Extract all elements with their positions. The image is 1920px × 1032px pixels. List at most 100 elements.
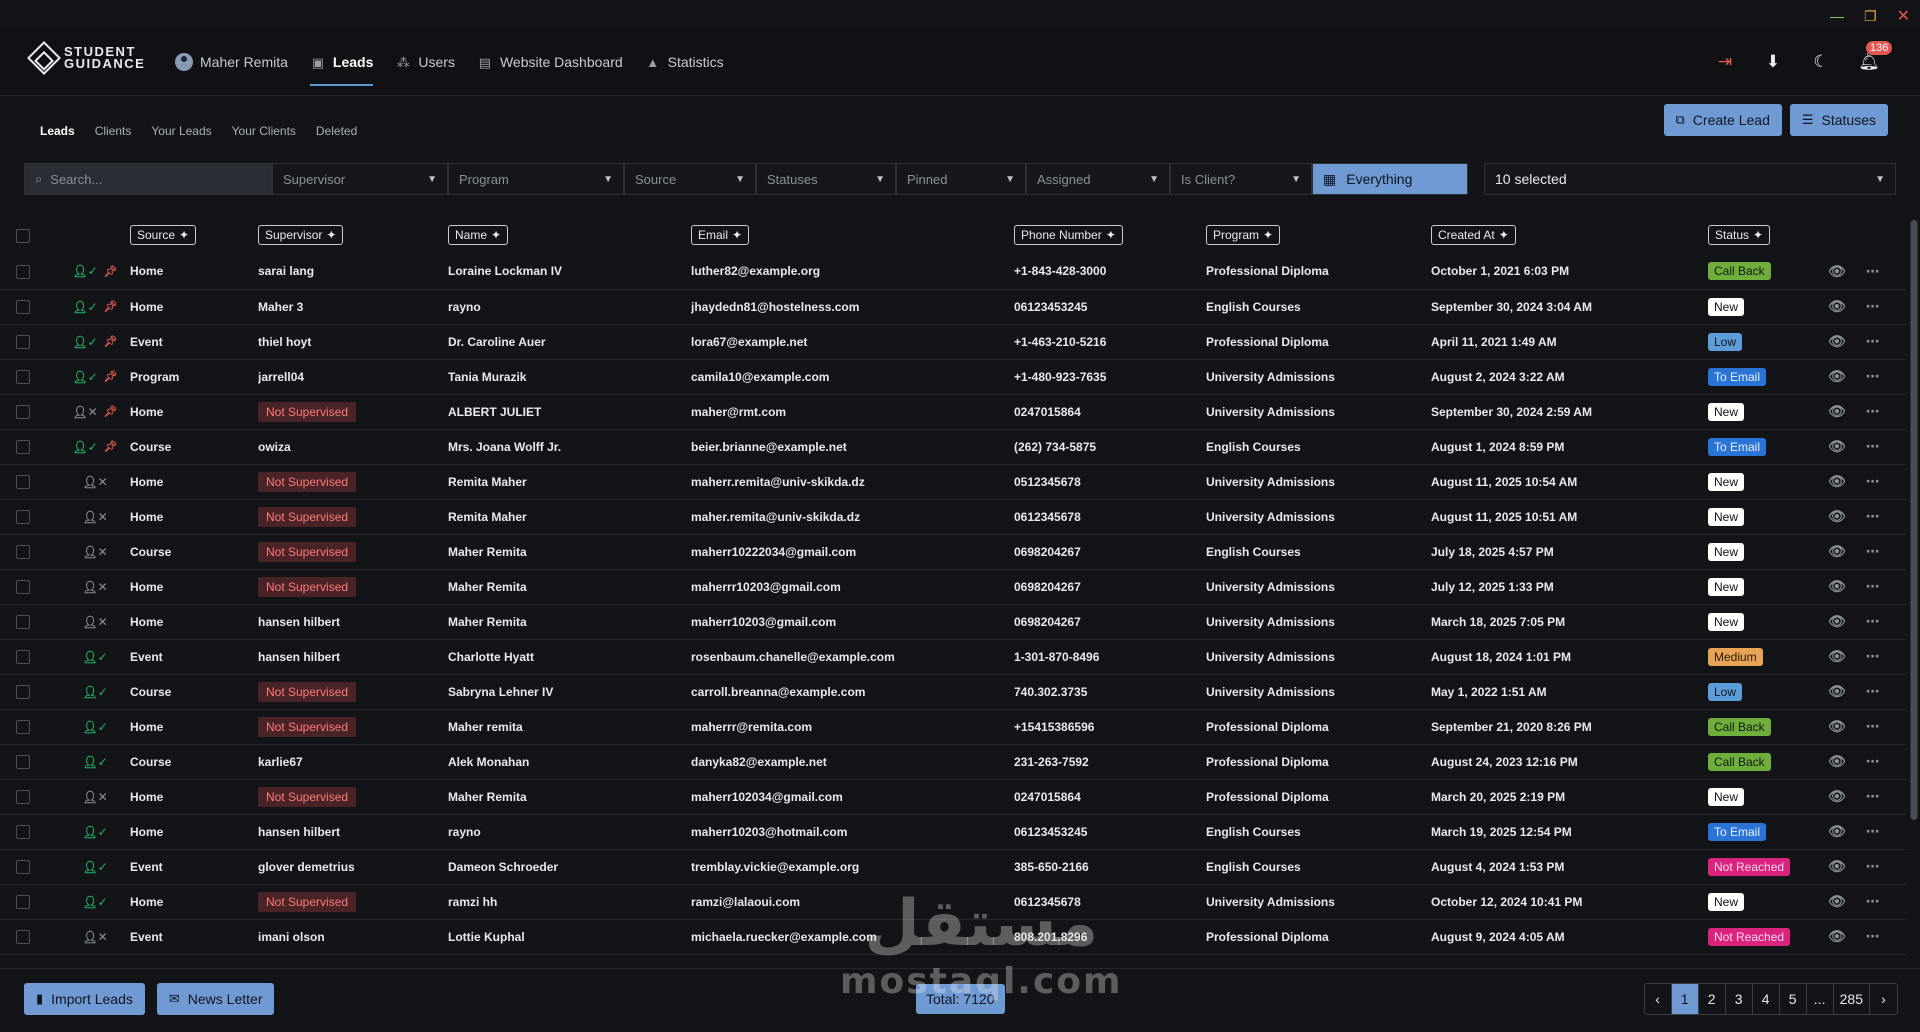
table-row[interactable]: 👤︎✓ 📌︎ Home Maher 3 rayno jhaydedn81@hostelne…: [0, 289, 1906, 325]
view-eye-icon[interactable]: 👁︎: [1828, 928, 1846, 945]
table-row[interactable]: 👤︎✕ Home Not Supervised Maher Remita maherr1…: [0, 779, 1906, 815]
more-options-icon[interactable]: ⋯: [1866, 613, 1880, 630]
page-button-3[interactable]: 3: [1726, 984, 1753, 1014]
is-client-filter[interactable]: Is Client? ▼: [1170, 163, 1312, 195]
view-eye-icon[interactable]: 👁︎: [1828, 333, 1846, 350]
row-checkbox[interactable]: [16, 789, 30, 804]
table-row[interactable]: 👤︎✕ 📌︎ Home Not Supervised ALBERT JULIET mahe…: [0, 394, 1906, 430]
table-row[interactable]: 👤︎✓ Home Not Supervised ramzi hh ramzi@lalao…: [0, 884, 1906, 920]
view-eye-icon[interactable]: 👁︎: [1828, 648, 1846, 665]
table-row[interactable]: 👤︎✓ 📌︎ Course owiza Mrs. Joana Wolff Jr. beie…: [0, 429, 1906, 465]
status-badge[interactable]: New: [1708, 892, 1745, 911]
select-all-checkbox[interactable]: [16, 228, 30, 243]
row-checkbox[interactable]: [16, 614, 30, 629]
table-row[interactable]: 👤︎✕ Home hansen hilbert Maher Remita maherr1…: [0, 604, 1906, 640]
tab-your-clients[interactable]: Your Clients: [232, 124, 296, 138]
view-eye-icon[interactable]: 👁︎: [1828, 893, 1846, 910]
minimize-icon[interactable]: —: [1830, 8, 1844, 24]
view-eye-icon[interactable]: 👁︎: [1828, 823, 1846, 840]
tab-your-leads[interactable]: Your Leads: [151, 124, 211, 138]
row-checkbox[interactable]: [16, 754, 30, 769]
more-options-icon[interactable]: ⋯: [1866, 543, 1880, 560]
view-eye-icon[interactable]: 👁︎: [1828, 368, 1846, 385]
view-eye-icon[interactable]: 👁︎: [1828, 298, 1846, 315]
table-row[interactable]: 👤︎✓ Home Not Supervised Maher remita maherrr…: [0, 709, 1906, 745]
status-badge[interactable]: To Email: [1708, 367, 1767, 386]
view-eye-icon[interactable]: 👁︎: [1828, 543, 1846, 560]
pin-icon[interactable]: 📌︎: [104, 440, 118, 453]
row-checkbox[interactable]: [16, 299, 30, 314]
page-button-5[interactable]: 5: [1780, 984, 1807, 1014]
status-badge[interactable]: New: [1708, 402, 1745, 421]
row-checkbox[interactable]: [16, 439, 30, 454]
table-row[interactable]: 👤︎✓ Event hansen hilbert Charlotte Hyatt ros…: [0, 639, 1906, 675]
nav-users[interactable]: ⁂ Users: [395, 28, 455, 96]
status-badge[interactable]: New: [1708, 472, 1745, 491]
restore-icon[interactable]: ❐: [1864, 8, 1877, 25]
nav-website-dashboard[interactable]: ▤ Website Dashboard: [477, 28, 623, 96]
view-eye-icon[interactable]: 👁︎: [1828, 753, 1846, 770]
status-badge[interactable]: Medium: [1708, 647, 1763, 666]
row-checkbox[interactable]: [16, 929, 30, 944]
pin-icon[interactable]: 📌︎: [104, 405, 118, 418]
statuses-button[interactable]: ☰ Statuses: [1789, 104, 1888, 136]
column-header-created-at[interactable]: Created At ✦: [1431, 225, 1516, 245]
download-icon[interactable]: ⬇: [1762, 51, 1784, 73]
columns-select[interactable]: 10 selected ▼: [1484, 163, 1896, 195]
table-row[interactable]: 👤︎✕ Course Not Supervised Maher Remita maher…: [0, 534, 1906, 570]
table-scrollbar[interactable]: [1910, 220, 1918, 820]
nav-leads[interactable]: ▣ Leads: [309, 28, 374, 96]
column-header-source[interactable]: Source ✦: [130, 225, 197, 245]
status-badge[interactable]: Low: [1708, 332, 1743, 351]
pin-icon[interactable]: 📌︎: [104, 370, 118, 383]
more-options-icon[interactable]: ⋯: [1866, 928, 1880, 945]
status-badge[interactable]: New: [1708, 542, 1745, 561]
row-checkbox[interactable]: [16, 824, 30, 839]
table-row[interactable]: 👤︎✓ Course Not Supervised Sabryna Lehner IV…: [0, 674, 1906, 710]
more-options-icon[interactable]: ⋯: [1866, 823, 1880, 840]
view-eye-icon[interactable]: 👁︎: [1828, 788, 1846, 805]
more-options-icon[interactable]: ⋯: [1866, 508, 1880, 525]
more-options-icon[interactable]: ⋯: [1866, 403, 1880, 420]
next-page-chevron-icon[interactable]: ›: [1870, 984, 1897, 1014]
more-options-icon[interactable]: ⋯: [1866, 788, 1880, 805]
more-options-icon[interactable]: ⋯: [1866, 473, 1880, 490]
status-badge[interactable]: Low: [1708, 682, 1743, 701]
row-checkbox[interactable]: [16, 719, 30, 734]
pin-icon[interactable]: 📌︎: [104, 300, 118, 313]
status-badge[interactable]: Call Back: [1708, 717, 1771, 736]
row-checkbox[interactable]: [16, 649, 30, 664]
newsletter-button[interactable]: ✉ News Letter: [156, 983, 275, 1015]
row-checkbox[interactable]: [16, 684, 30, 699]
more-options-icon[interactable]: ⋯: [1866, 333, 1880, 350]
more-options-icon[interactable]: ⋯: [1866, 753, 1880, 770]
program-filter[interactable]: Program ▼: [448, 163, 624, 195]
column-header-status[interactable]: Status ✦: [1708, 225, 1771, 245]
supervisor-filter[interactable]: Supervisor ▼: [272, 163, 448, 195]
view-eye-icon[interactable]: 👁︎: [1828, 438, 1846, 455]
tab-leads[interactable]: Leads: [40, 124, 75, 138]
table-row[interactable]: 👤︎✓ 📌︎ Home sarai lang Loraine Lockman IV lut…: [0, 254, 1906, 290]
assigned-filter[interactable]: Assigned ▼: [1026, 163, 1170, 195]
import-leads-button[interactable]: ▮ Import Leads: [24, 983, 145, 1015]
row-checkbox[interactable]: [16, 894, 30, 909]
row-checkbox[interactable]: [16, 334, 30, 349]
page-button-4[interactable]: 4: [1753, 984, 1780, 1014]
table-row[interactable]: 👤︎✕ Home Not Supervised Maher Remita maherrr…: [0, 569, 1906, 605]
table-row[interactable]: 👤︎✕ Home Not Supervised Remita Maher maherr.…: [0, 464, 1906, 500]
column-header-phone[interactable]: Phone Number ✦: [1014, 225, 1123, 245]
status-badge[interactable]: To Email: [1708, 822, 1767, 841]
scrollbar-thumb[interactable]: [1911, 220, 1917, 820]
table-row[interactable]: 👤︎✓ Course karlie67 Alek Monahan danyka82@ex…: [0, 744, 1906, 780]
prev-page-chevron-icon[interactable]: ‹: [1645, 984, 1672, 1014]
search-input[interactable]: ⌕ Search...: [24, 163, 272, 195]
brand-logo[interactable]: STUDENT GUIDANCE: [27, 41, 145, 75]
status-badge[interactable]: New: [1708, 577, 1745, 596]
tab-clients[interactable]: Clients: [95, 124, 132, 138]
row-checkbox[interactable]: [16, 509, 30, 524]
statuses-filter[interactable]: Statuses ▼: [756, 163, 896, 195]
pin-icon[interactable]: 📌︎: [104, 335, 118, 348]
view-eye-icon[interactable]: 👁︎: [1828, 718, 1846, 735]
more-options-icon[interactable]: ⋯: [1866, 368, 1880, 385]
row-checkbox[interactable]: [16, 404, 30, 419]
